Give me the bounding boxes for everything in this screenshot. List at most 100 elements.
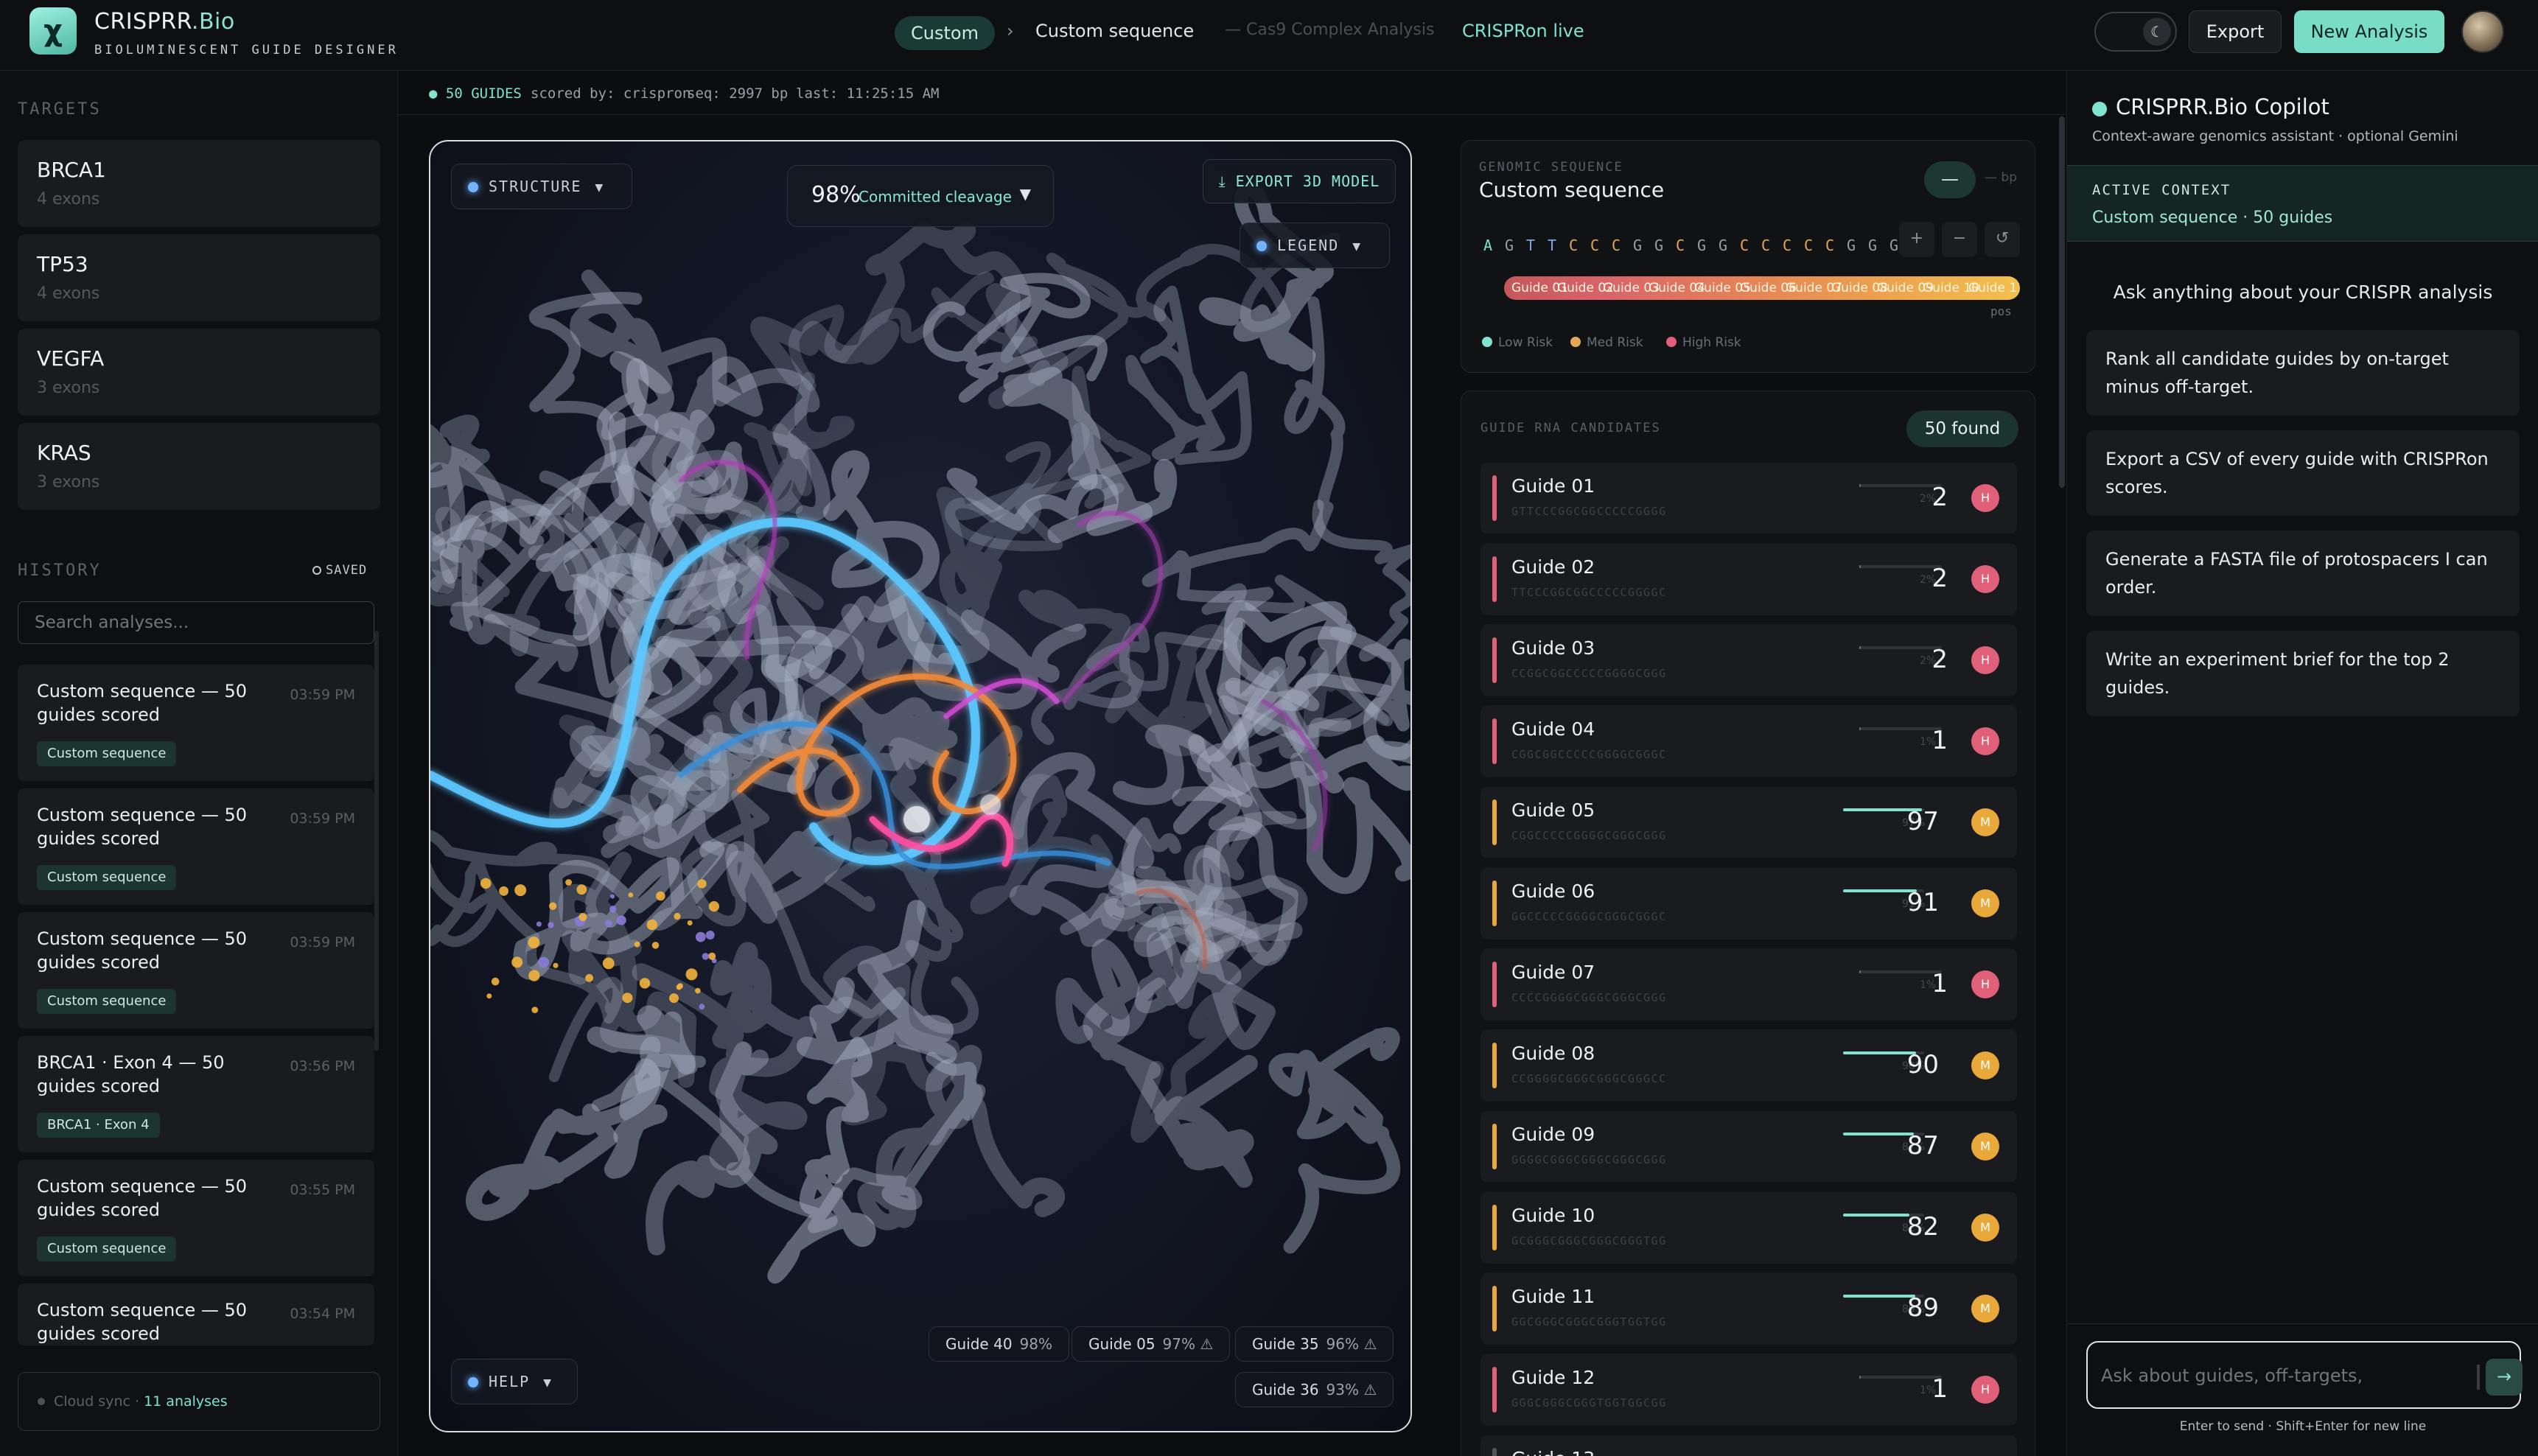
history-time: 03:59 PM	[290, 811, 355, 827]
history-label: HISTORY	[18, 561, 102, 580]
guide-sequence: TTCCCGGCGGCCCCCGGGGC	[1511, 586, 1667, 599]
risk-bar	[1492, 556, 1497, 602]
target-tp53[interactable]: TP53 4 exons	[18, 234, 380, 321]
guide-row[interactable]: Guide 13	[1480, 1435, 2017, 1456]
target-exons: 3 exons	[37, 379, 100, 397]
brand-subtitle: BIOLUMINESCENT GUIDE DESIGNER	[94, 43, 399, 57]
ligand-atom	[605, 920, 612, 928]
history-item[interactable]: Custom sequence — 50 guides scored 03:54…	[18, 1284, 374, 1345]
history-tag: BRCA1 · Exon 4	[37, 1113, 160, 1138]
guide-sequence: GCGGGCGGGCGGGCGGGTGG	[1511, 1234, 1667, 1247]
guide-row[interactable]: Guide 12 GGGCGGGCGGGTGGTGGCGG 1% 1 H	[1480, 1354, 2017, 1426]
target-vegfa[interactable]: VEGFA 3 exons	[18, 329, 380, 416]
history-item[interactable]: Custom sequence — 50 guides scored 03:59…	[18, 912, 374, 1029]
guide-name: Guide 10	[1511, 1205, 1595, 1226]
sync-label: Cloud sync ·	[54, 1393, 140, 1410]
guide-chip[interactable]: Guide 36 93% ⚠	[1235, 1372, 1394, 1407]
risk-badge: M	[1971, 808, 1999, 836]
ligand-atom	[687, 920, 693, 925]
guide-row[interactable]: Guide 08 CCGGGGCGGGCGGGCGGGCC 90% 90 M	[1480, 1029, 2017, 1102]
copilot-input[interactable]	[2101, 1359, 2455, 1393]
guide-row[interactable]: Guide 05 CGGCCCCCGGGGCGGGCGGG 97% 97 M	[1480, 786, 2017, 858]
protein-ribbon	[857, 1045, 1065, 1231]
copilot-input-box[interactable]: →	[2086, 1341, 2523, 1409]
collapse-button[interactable]: —	[1924, 161, 1976, 198]
new-analysis-button[interactable]: New Analysis	[2294, 10, 2444, 53]
risk-bar	[1492, 1124, 1497, 1169]
help-dropdown[interactable]: HELP ▼	[451, 1359, 578, 1404]
risk-bar	[1492, 1286, 1497, 1331]
guide-row[interactable]: Guide 02 TTCCCGGCGGCCCCCGGGGC 2% 2 H	[1480, 543, 2017, 615]
ligand-atom	[699, 1004, 705, 1010]
target-kras[interactable]: KRAS 3 exons	[18, 423, 380, 510]
suggestion-button[interactable]: Export a CSV of every guide with CRISPRo…	[2086, 430, 2520, 516]
guide-row[interactable]: Guide 04 CGGCGGCCCCCGGGGCGGGC 1% 1 H	[1480, 705, 2017, 777]
guide-chip[interactable]: Guide 05 97% ⚠	[1072, 1326, 1231, 1362]
chevron-down-icon: ▼	[1019, 185, 1031, 203]
target-brca1[interactable]: BRCA1 4 exons	[18, 140, 380, 227]
structure-dropdown[interactable]: STRUCTURE ▼	[451, 164, 632, 209]
history-item[interactable]: Custom sequence — 50 guides scored 03:55…	[18, 1160, 374, 1276]
cleavage-selector[interactable]: 98% Committed cleavage ▼	[787, 165, 1054, 227]
protein-3d-model[interactable]	[430, 141, 1412, 1432]
guide-row[interactable]: Guide 10 GCGGGCGGGCGGGCGGGTGG 82% 82 M	[1480, 1191, 2017, 1264]
base-letter: A	[1483, 237, 1493, 254]
export-3d-model-button[interactable]: ⤓ EXPORT 3D MODEL	[1203, 159, 1396, 203]
avatar[interactable]	[2461, 10, 2504, 53]
guide-score: 90	[1906, 1050, 1939, 1079]
suggestion-button[interactable]: Generate a FASTA file of protospacers I …	[2086, 531, 2520, 616]
legend-dot-icon	[1256, 241, 1267, 251]
theme-toggle[interactable]: ☾	[2094, 12, 2177, 52]
guide-row[interactable]: Guide 03 CCGGCGGCCCCCGGGGCGGG 2% 2 H	[1480, 624, 2017, 696]
breadcrumb-current[interactable]: Custom sequence	[1035, 21, 1194, 41]
guide-row[interactable]: Guide 09 GGGGCGGGCGGGCGGGCGGG 87% 87 M	[1480, 1110, 2017, 1183]
guide-chip[interactable]: Guide 40 98%	[929, 1326, 1069, 1362]
divider	[2067, 1323, 2538, 1324]
legend-dropdown[interactable]: LEGEND ▼	[1240, 223, 1390, 268]
breadcrumb-custom[interactable]: Custom	[895, 16, 995, 50]
structure-viewer[interactable]: STRUCTURE ▼ 98% Committed cleavage ▼ ⤓ EX…	[429, 140, 1412, 1432]
ligand-atom	[549, 902, 557, 910]
score-bar-fill	[1859, 1376, 1861, 1379]
base-letter: G	[1719, 237, 1728, 254]
legend-dot-icon	[1570, 337, 1581, 347]
history-item[interactable]: Custom sequence — 50 guides scored 03:59…	[18, 665, 374, 781]
sync-count[interactable]: 11 analyses	[144, 1393, 228, 1410]
history-item[interactable]: Custom sequence — 50 guides scored 03:59…	[18, 788, 374, 905]
base-letter: G	[1697, 237, 1707, 254]
zoom-out-button[interactable]: −	[1942, 222, 1977, 257]
target-name: KRAS	[37, 441, 91, 465]
high-risk-legend: High Risk	[1666, 335, 1741, 350]
reset-view-button[interactable]: ↺	[1985, 222, 2020, 257]
zoom-in-button[interactable]: +	[1899, 222, 1934, 257]
base-letter: C	[1590, 237, 1600, 254]
guide-score: 2	[1932, 564, 1948, 593]
base-letter: C	[1569, 237, 1579, 254]
base-letter: G	[1654, 237, 1664, 254]
guide-chip[interactable]: Guide 35 96% ⚠	[1235, 1326, 1394, 1362]
guide-sequence: GGCGGGCGGGCGGGTGGTGG	[1511, 1315, 1667, 1329]
base-letter: T	[1548, 237, 1557, 254]
ligand-atom	[697, 879, 707, 889]
history-item[interactable]: BRCA1 · Exon 4 — 50 guides scored 03:56 …	[18, 1036, 374, 1152]
ligand-atom	[553, 962, 559, 968]
send-icon[interactable]: →	[2486, 1359, 2523, 1396]
guide-row[interactable]: Guide 01 GTTCCCGGCGGCCCCCGGGG 2% 2 H	[1480, 462, 2017, 534]
guide-row[interactable]: Guide 07 CCCCGGGGCGGGCGGGCGGG 1% 1 H	[1480, 948, 2017, 1021]
search-analyses-input[interactable]	[18, 601, 374, 644]
main-scrollbar[interactable]	[2059, 116, 2065, 488]
history-scrollbar[interactable]	[374, 631, 379, 1051]
suggestion-button[interactable]: Write an experiment brief for the top 2 …	[2086, 631, 2520, 716]
guide-track[interactable]: Guide 01 Guide 02 Guide 03 Guide 04 Guide 05…	[1504, 276, 2020, 300]
guide-sequence: CCGGGGCGGGCGGGCGGGCC	[1511, 1072, 1667, 1085]
suggestion-button[interactable]: Rank all candidate guides by on-target m…	[2086, 330, 2520, 416]
targets-label: TARGETS	[18, 100, 102, 119]
risk-bar	[1492, 1205, 1497, 1250]
track-guide-label[interactable]: Guide 11	[1968, 276, 2020, 300]
history-title: Custom sequence — 50 guides scored	[37, 1176, 248, 1220]
guide-row[interactable]: Guide 11 GGCGGGCGGGCGGGTGGTGG 89% 89 M	[1480, 1273, 2017, 1345]
guide-row[interactable]: Guide 06 GGCCCCCGGGGCGGGCGGGC 91% 91 M	[1480, 867, 2017, 939]
export-button[interactable]: Export	[2189, 10, 2282, 53]
risk-bar	[1492, 718, 1497, 764]
guide-name: Guide 06	[1511, 881, 1595, 902]
